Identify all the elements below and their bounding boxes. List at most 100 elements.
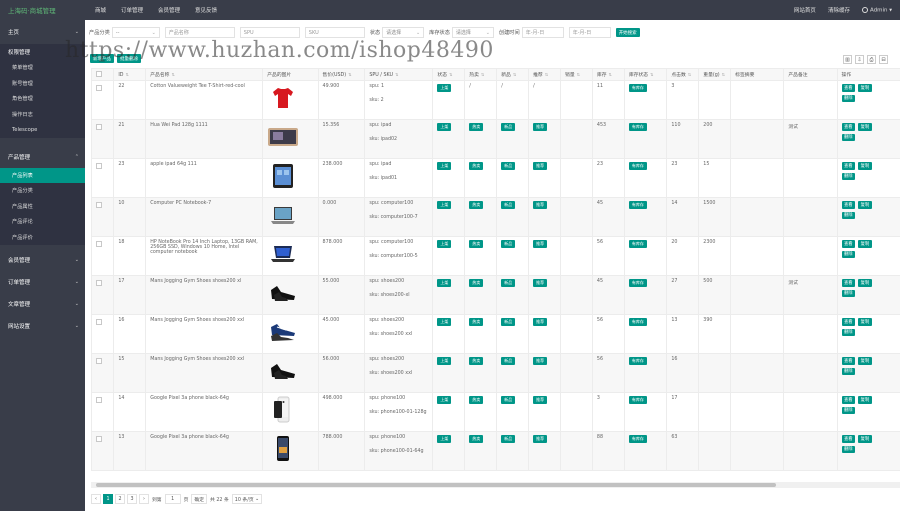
status-badge[interactable]: 上架: [437, 240, 452, 248]
sort-icon[interactable]: ⇅: [125, 72, 128, 77]
status-badge[interactable]: 上架: [437, 357, 452, 365]
hot-badge[interactable]: 热卖: [469, 279, 484, 287]
product-thumbnail[interactable]: [267, 201, 299, 229]
recommend-badge[interactable]: 推荐: [533, 318, 548, 326]
recommend-badge[interactable]: 推荐: [533, 201, 548, 209]
new-badge[interactable]: 新品: [501, 201, 516, 209]
row-select-cell[interactable]: [91, 119, 115, 159]
export-icon[interactable]: ⇩: [855, 55, 864, 64]
recommend-badge[interactable]: 推荐: [533, 435, 548, 443]
status-badge[interactable]: 上架: [437, 435, 452, 443]
hot-badge[interactable]: 热卖: [469, 357, 484, 365]
col-price[interactable]: 售价(USD) ⇅: [317, 68, 366, 81]
sidebar-group-members[interactable]: 会员管理 ⌄: [0, 249, 85, 271]
delete-button[interactable]: 删除: [841, 328, 856, 336]
delete-button[interactable]: 删除: [841, 211, 856, 219]
new-badge[interactable]: 新品: [501, 396, 516, 404]
sidebar-item-product-attr[interactable]: 产品属性: [0, 198, 85, 214]
row-checkbox[interactable]: [96, 319, 102, 325]
row-select-cell[interactable]: [91, 353, 115, 393]
col-spu-sku[interactable]: SPU / SKU ⇅: [364, 68, 434, 81]
brand-logo[interactable]: 上海码·商城管理: [0, 5, 85, 15]
status-badge[interactable]: 上架: [437, 396, 452, 404]
sidebar-group-settings[interactable]: 网站设置 ⌄: [0, 315, 85, 337]
col-weight[interactable]: 重量(g) ⇅: [698, 68, 732, 81]
delete-button[interactable]: 删除: [841, 133, 856, 141]
col-recommend[interactable]: 推荐 ⇅: [528, 68, 562, 81]
prev-page-icon[interactable]: ‹: [91, 494, 101, 504]
row-select-cell[interactable]: [91, 197, 115, 237]
sort-icon[interactable]: ⇅: [577, 72, 580, 77]
select-all-checkbox[interactable]: [96, 71, 102, 77]
status-badge[interactable]: 上架: [437, 279, 452, 287]
print-icon[interactable]: ⎙: [867, 55, 876, 64]
hot-badge[interactable]: 热卖: [469, 123, 484, 131]
col-status[interactable]: 状态 ⇅: [432, 68, 466, 81]
copy-button[interactable]: 复制: [858, 357, 872, 365]
sidebar-item-telescope[interactable]: Telescope: [0, 122, 85, 138]
page-1[interactable]: 1: [103, 494, 113, 504]
sort-icon[interactable]: ⇅: [688, 72, 691, 77]
sort-icon[interactable]: ⇅: [348, 72, 351, 77]
recommend-badge[interactable]: 推荐: [533, 240, 548, 248]
copy-button[interactable]: 复制: [858, 84, 872, 92]
row-select-cell[interactable]: [91, 80, 115, 120]
delete-button[interactable]: 删除: [841, 367, 856, 375]
copy-button[interactable]: 复制: [858, 162, 872, 170]
recommend-badge[interactable]: 推荐: [533, 162, 548, 170]
copy-button[interactable]: 复制: [858, 279, 872, 287]
sort-icon[interactable]: ⇅: [609, 72, 612, 77]
user-menu[interactable]: Admin ▾: [861, 6, 892, 13]
spu-input[interactable]: SPU: [239, 27, 300, 38]
row-checkbox[interactable]: [96, 85, 102, 91]
category-select[interactable]: -- ⌄: [111, 27, 160, 38]
copy-button[interactable]: 复制: [858, 396, 872, 404]
scrollbar-thumb[interactable]: [96, 483, 776, 487]
new-badge[interactable]: 新品: [501, 435, 516, 443]
sidebar-group-orders[interactable]: 订单管理 ⌄: [0, 271, 85, 293]
clear-cache-link[interactable]: 清除缓存: [828, 6, 850, 14]
status-badge[interactable]: 上架: [437, 84, 452, 92]
row-select-cell[interactable]: [91, 275, 115, 315]
copy-button[interactable]: 复制: [858, 201, 872, 209]
row-checkbox[interactable]: [96, 397, 102, 403]
row-checkbox[interactable]: [96, 358, 102, 364]
goto-confirm-button[interactable]: 确定: [191, 494, 208, 504]
product-thumbnail[interactable]: [267, 162, 299, 190]
col-clicks[interactable]: 点击数 ⇅: [666, 68, 700, 81]
recommend-badge[interactable]: 推荐: [533, 123, 548, 131]
page-3[interactable]: 3: [127, 494, 137, 504]
site-home-link[interactable]: 网站首页: [794, 6, 816, 14]
sort-icon[interactable]: ⇅: [171, 72, 174, 77]
delete-button[interactable]: 删除: [841, 289, 856, 297]
columns-icon[interactable]: ▥: [843, 55, 852, 64]
col-stock-status[interactable]: 库存状态 ⇅: [623, 68, 668, 81]
row-checkbox[interactable]: [96, 280, 102, 286]
date-to-input[interactable]: 年-月-日: [568, 27, 611, 38]
status-badge[interactable]: 上架: [437, 123, 452, 131]
hot-badge[interactable]: 热卖: [469, 435, 484, 443]
row-select-cell[interactable]: [91, 314, 115, 354]
col-sales[interactable]: 销量 ⇅: [560, 68, 593, 81]
delete-button[interactable]: 删除: [841, 172, 856, 180]
sort-icon[interactable]: ⇅: [449, 72, 452, 77]
product-thumbnail[interactable]: [267, 84, 299, 112]
recommend-badge[interactable]: 推荐: [533, 396, 548, 404]
view-button[interactable]: 查看: [841, 201, 856, 209]
sort-icon[interactable]: ⇅: [722, 72, 725, 77]
horizontal-scrollbar[interactable]: [91, 482, 900, 488]
row-checkbox[interactable]: [96, 124, 102, 130]
col-name[interactable]: 产品名称 ⇅: [145, 68, 264, 81]
page-2[interactable]: 2: [115, 494, 125, 504]
sidebar-item-accounts[interactable]: 账号管理: [0, 75, 85, 91]
copy-button[interactable]: 复制: [858, 318, 872, 326]
row-checkbox[interactable]: [96, 436, 102, 442]
new-badge[interactable]: 新品: [501, 279, 516, 287]
view-button[interactable]: 查看: [841, 84, 856, 92]
sort-icon[interactable]: ⇅: [395, 72, 398, 77]
top-nav-feedback[interactable]: 意见反馈: [195, 6, 217, 14]
row-checkbox[interactable]: [96, 202, 102, 208]
row-select-cell[interactable]: [91, 236, 115, 276]
top-nav-orders[interactable]: 订单管理: [121, 6, 143, 14]
date-from-input[interactable]: 年-月-日: [521, 27, 564, 38]
